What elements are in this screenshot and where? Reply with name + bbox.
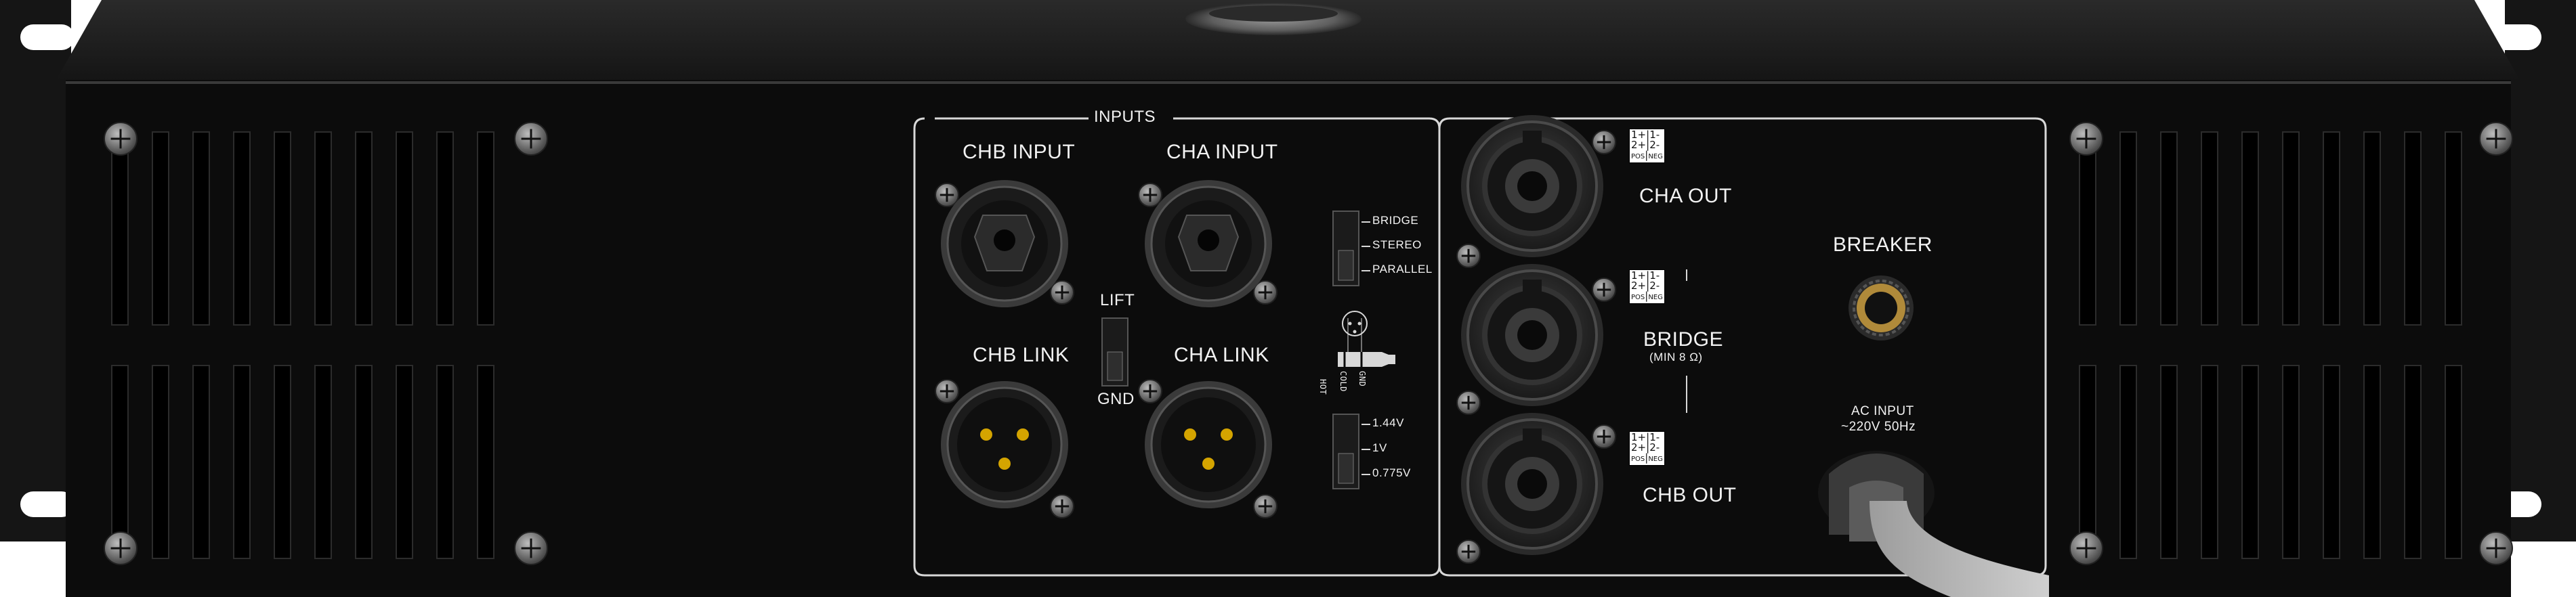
vent-slot <box>2241 131 2259 326</box>
breaker-label: BREAKER <box>1833 234 1933 256</box>
vent-slot <box>396 365 413 559</box>
vent-slot <box>2160 365 2178 559</box>
cha-out-pinout: 1+|1- 2+|2- POS|NEG <box>1629 129 1665 163</box>
vent-slot <box>2445 131 2462 326</box>
vent-slot <box>314 365 332 559</box>
left-rack-ear <box>0 0 75 541</box>
vent-slot <box>2241 365 2259 559</box>
cha-input-jack[interactable] <box>1148 183 1269 304</box>
cha-out-label: CHA OUT <box>1639 185 1732 207</box>
lift-label: LIFT <box>1100 291 1135 309</box>
sensitivity-selector-toggle[interactable] <box>1333 414 1359 489</box>
vent-slot <box>233 131 251 326</box>
vent-slot <box>2363 365 2381 559</box>
chb-out-speakon[interactable] <box>1463 420 1592 548</box>
vent-slot <box>2201 365 2218 559</box>
chb-input-jack[interactable] <box>944 183 1065 304</box>
sens-1v-label: 1V <box>1372 441 1387 454</box>
vent-slot <box>2201 131 2218 326</box>
chb-link-jack[interactable] <box>944 384 1065 505</box>
vent-slot <box>2445 365 2462 559</box>
vent-slot <box>2079 131 2096 326</box>
vent-slot <box>2323 365 2340 559</box>
vent-slot <box>192 131 210 326</box>
chb-input-label: CHB INPUT <box>963 141 1076 163</box>
vent-slot <box>396 131 413 326</box>
vent-slot <box>2079 365 2096 559</box>
vent-slot <box>355 131 373 326</box>
vent-slot <box>2282 365 2300 559</box>
vent-slot <box>2323 131 2340 326</box>
sens-1-44v-label: 1.44V <box>1372 416 1404 429</box>
vent-slot <box>2119 365 2137 559</box>
vent-slot <box>436 365 454 559</box>
bridge-out-speakon[interactable] <box>1463 271 1592 399</box>
chb-link-label: CHB LINK <box>973 344 1070 366</box>
amplifier-rear-panel: INPUTS CHB INPUT CHA INPUT CHB LINK CHA … <box>0 0 2576 597</box>
cha-out-speakon[interactable] <box>1463 122 1592 250</box>
rear-panel <box>66 80 2511 597</box>
rear-panel-artwork <box>0 0 2576 597</box>
vent-slot <box>152 131 169 326</box>
ground-lift-toggle[interactable] <box>1102 318 1128 386</box>
vent-slot <box>274 365 291 559</box>
mode-selector-toggle[interactable] <box>1333 211 1359 286</box>
xlr-hot-label: HOT <box>1318 379 1328 395</box>
breaker-reset-button[interactable] <box>1849 275 1914 340</box>
vent-slot <box>2282 131 2300 326</box>
vent-slot <box>2160 131 2178 326</box>
vent-slot <box>314 131 332 326</box>
cha-input-label: CHA INPUT <box>1166 141 1278 163</box>
vent-slot <box>355 365 373 559</box>
sens-0-775v-label: 0.775V <box>1372 466 1411 479</box>
vent-slot <box>111 131 129 326</box>
ac-input-spec: ~220V 50Hz <box>1841 420 1916 434</box>
cha-link-label: CHA LINK <box>1174 344 1269 366</box>
vent-slot <box>436 131 454 326</box>
mode-bridge-label: BRIDGE <box>1372 214 1419 227</box>
vent-slot <box>477 365 494 559</box>
xlr-gnd-label: GND <box>1357 371 1367 387</box>
gnd-label: GND <box>1097 390 1135 408</box>
bridge-pinout: 1+|1- 2+|2- POS|NEG <box>1629 269 1665 304</box>
vent-slot <box>2119 131 2137 326</box>
vent-slot <box>152 365 169 559</box>
chb-out-pinout: 1+|1- 2+|2- POS|NEG <box>1629 431 1665 466</box>
ac-input-label: AC INPUT <box>1851 404 1914 418</box>
vent-slot <box>2363 131 2381 326</box>
mode-parallel-label: PARALLEL <box>1372 263 1433 275</box>
vent-slot <box>477 131 494 326</box>
vent-slot <box>111 365 129 559</box>
rack-mount-slot <box>20 24 75 50</box>
mode-stereo-label: STEREO <box>1372 238 1422 251</box>
xlr-cold-label: COLD <box>1338 371 1348 392</box>
cha-link-jack[interactable] <box>1148 384 1269 505</box>
vent-slot <box>233 365 251 559</box>
ac-power-socket[interactable] <box>1818 451 1935 535</box>
chb-out-label: CHB OUT <box>1643 484 1737 506</box>
vent-slot <box>2404 131 2422 326</box>
vent-slot <box>2404 365 2422 559</box>
bridge-label: BRIDGE <box>1643 328 1724 351</box>
bridge-min-impedance: (MIN 8 Ω) <box>1649 351 1703 363</box>
inputs-section-title: INPUTS <box>1091 108 1159 127</box>
vent-slot <box>192 365 210 559</box>
vent-slot <box>274 131 291 326</box>
